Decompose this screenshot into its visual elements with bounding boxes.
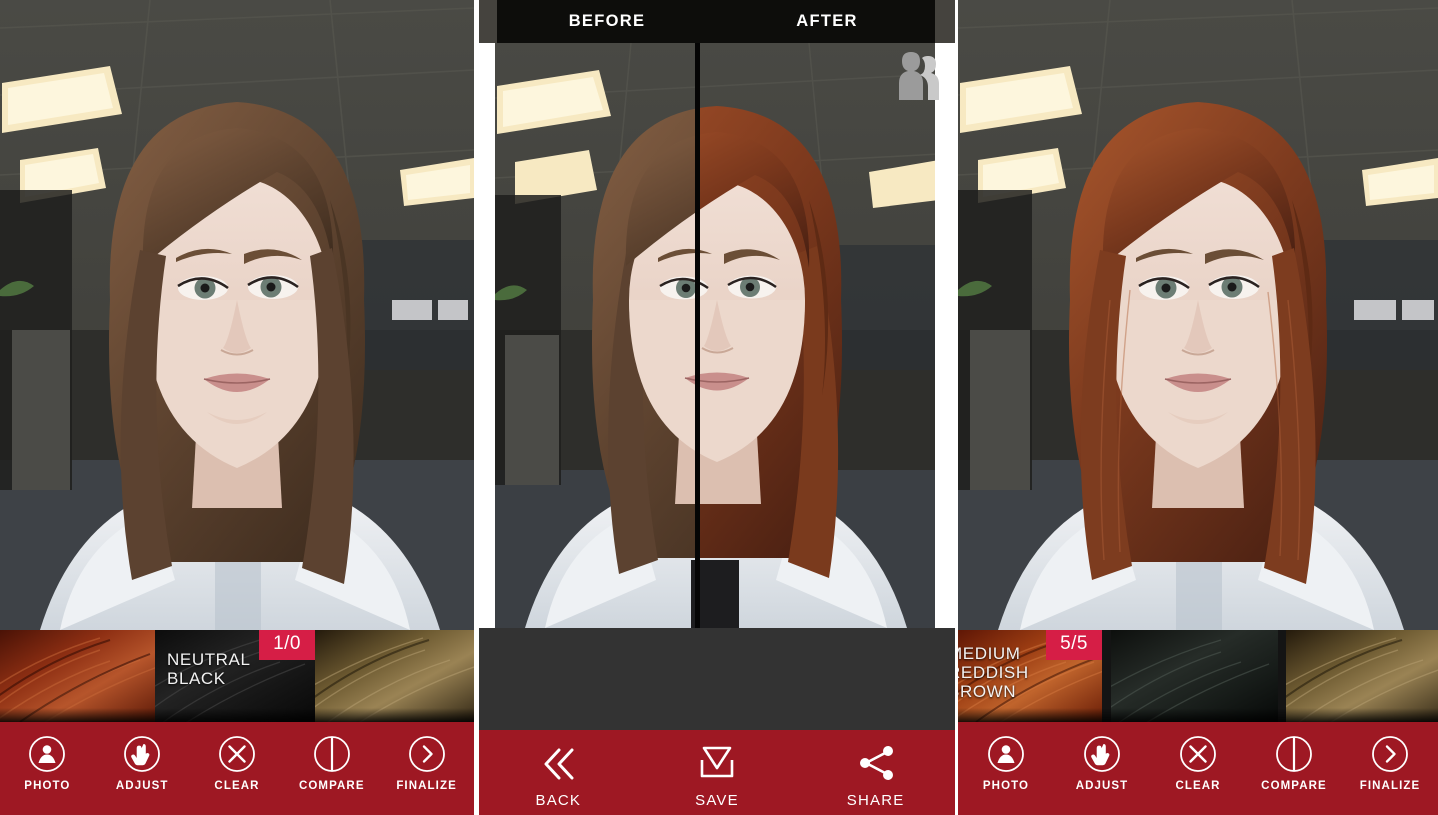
swatch-label: NEUTRAL BLACK <box>167 650 251 688</box>
download-tray-icon <box>690 740 744 786</box>
clear-button-label: CLEAR <box>214 780 259 792</box>
share-nodes-icon <box>849 740 903 786</box>
close-circle-icon <box>1179 735 1217 773</box>
finalize-button[interactable]: FINALIZE <box>382 735 472 792</box>
swatch-item[interactable] <box>0 630 155 722</box>
finalize-button[interactable]: FINALIZE <box>1344 735 1435 792</box>
panel-gutter <box>955 0 958 815</box>
split-circle-icon <box>313 735 351 773</box>
swatch-texture <box>315 630 474 722</box>
hand-pointer-circle-icon <box>1083 735 1121 773</box>
app-screenshot: NEUTRAL BLACK 1/0 <box>0 0 1438 815</box>
save-button-label: SAVE <box>695 792 739 809</box>
person-circle-icon <box>28 735 66 773</box>
photo-button[interactable]: PHOTO <box>960 735 1051 792</box>
clear-button[interactable]: CLEAR <box>1152 735 1243 792</box>
before-after-compare-screen: BEFORE AFTER BACK <box>479 0 955 815</box>
person-circle-icon <box>987 735 1025 773</box>
bottom-toolbar-compare: BACK SAVE <box>479 730 955 815</box>
finalize-button-label: FINALIZE <box>1360 780 1421 792</box>
clear-button-label: CLEAR <box>1175 780 1220 792</box>
shade-swatch-strip[interactable]: NEUTRAL BLACK 1/0 <box>0 630 474 722</box>
adjust-button[interactable]: ADJUST <box>1056 735 1147 792</box>
recolored-photo-screen: MEDIUM REDDISH BROWN 5/5 <box>958 0 1438 815</box>
swatch-item-selected[interactable]: MEDIUM REDDISH BROWN 5/5 <box>958 630 1102 722</box>
compare-button[interactable]: COMPARE <box>287 735 377 792</box>
swatch-texture <box>1111 630 1278 722</box>
clear-button[interactable]: CLEAR <box>192 735 282 792</box>
swatch-code-badge: 5/5 <box>1046 630 1102 660</box>
bottom-toolbar-left: PHOTO ADJUST CLEAR <box>0 722 474 815</box>
before-after-header: BEFORE AFTER <box>479 0 955 43</box>
back-button[interactable]: BACK <box>487 740 630 809</box>
back-button-label: BACK <box>535 792 581 809</box>
panel-white-edge <box>479 43 495 628</box>
adjust-button-label: ADJUST <box>116 780 169 792</box>
photo-button-label: PHOTO <box>24 780 70 792</box>
panel-gutter <box>474 0 479 815</box>
bottom-toolbar-right: PHOTO ADJUST CLEAR <box>958 722 1438 815</box>
two-heads-silhouette-icon <box>887 50 939 100</box>
close-circle-icon <box>218 735 256 773</box>
hand-pointer-circle-icon <box>123 735 161 773</box>
split-circle-icon <box>1275 735 1313 773</box>
photo-button-label: PHOTO <box>983 780 1029 792</box>
compare-gray-band <box>479 628 955 730</box>
portrait-original <box>0 0 474 630</box>
compare-button[interactable]: COMPARE <box>1248 735 1339 792</box>
swatch-item[interactable] <box>315 630 474 722</box>
compare-button-label: COMPARE <box>1261 780 1327 792</box>
swatch-item[interactable] <box>1111 630 1278 722</box>
adjust-button-label: ADJUST <box>1076 780 1129 792</box>
save-button[interactable]: SAVE <box>646 740 789 809</box>
compare-button-label: COMPARE <box>299 780 365 792</box>
photo-viewport-compare[interactable] <box>495 0 939 628</box>
swatch-label: MEDIUM REDDISH BROWN <box>958 644 1029 701</box>
header-left-edge <box>479 0 497 43</box>
share-button[interactable]: SHARE <box>804 740 947 809</box>
chevron-right-circle-icon <box>1371 735 1409 773</box>
shade-swatch-strip[interactable]: MEDIUM REDDISH BROWN 5/5 <box>958 630 1438 722</box>
photo-viewport-recolored[interactable] <box>958 0 1438 630</box>
panel-white-edge <box>935 43 955 628</box>
chevron-right-circle-icon <box>408 735 446 773</box>
swatch-texture <box>1286 630 1438 722</box>
before-after-divider[interactable] <box>695 43 700 628</box>
after-label: AFTER <box>717 12 937 31</box>
original-photo-screen: NEUTRAL BLACK 1/0 <box>0 0 474 815</box>
swatch-texture <box>0 630 155 722</box>
swatch-item[interactable] <box>1286 630 1438 722</box>
photo-button[interactable]: PHOTO <box>2 735 92 792</box>
swatch-item-selected[interactable]: NEUTRAL BLACK 1/0 <box>155 630 315 722</box>
double-chevron-left-icon <box>531 740 585 786</box>
portrait-split-compare <box>495 0 939 628</box>
portrait-recolored <box>958 0 1438 630</box>
finalize-button-label: FINALIZE <box>396 780 457 792</box>
before-label: BEFORE <box>497 12 717 31</box>
adjust-button[interactable]: ADJUST <box>97 735 187 792</box>
photo-viewport-original[interactable] <box>0 0 474 630</box>
share-button-label: SHARE <box>847 792 905 809</box>
header-right-edge <box>935 0 955 43</box>
swatch-code-badge: 1/0 <box>259 630 315 660</box>
